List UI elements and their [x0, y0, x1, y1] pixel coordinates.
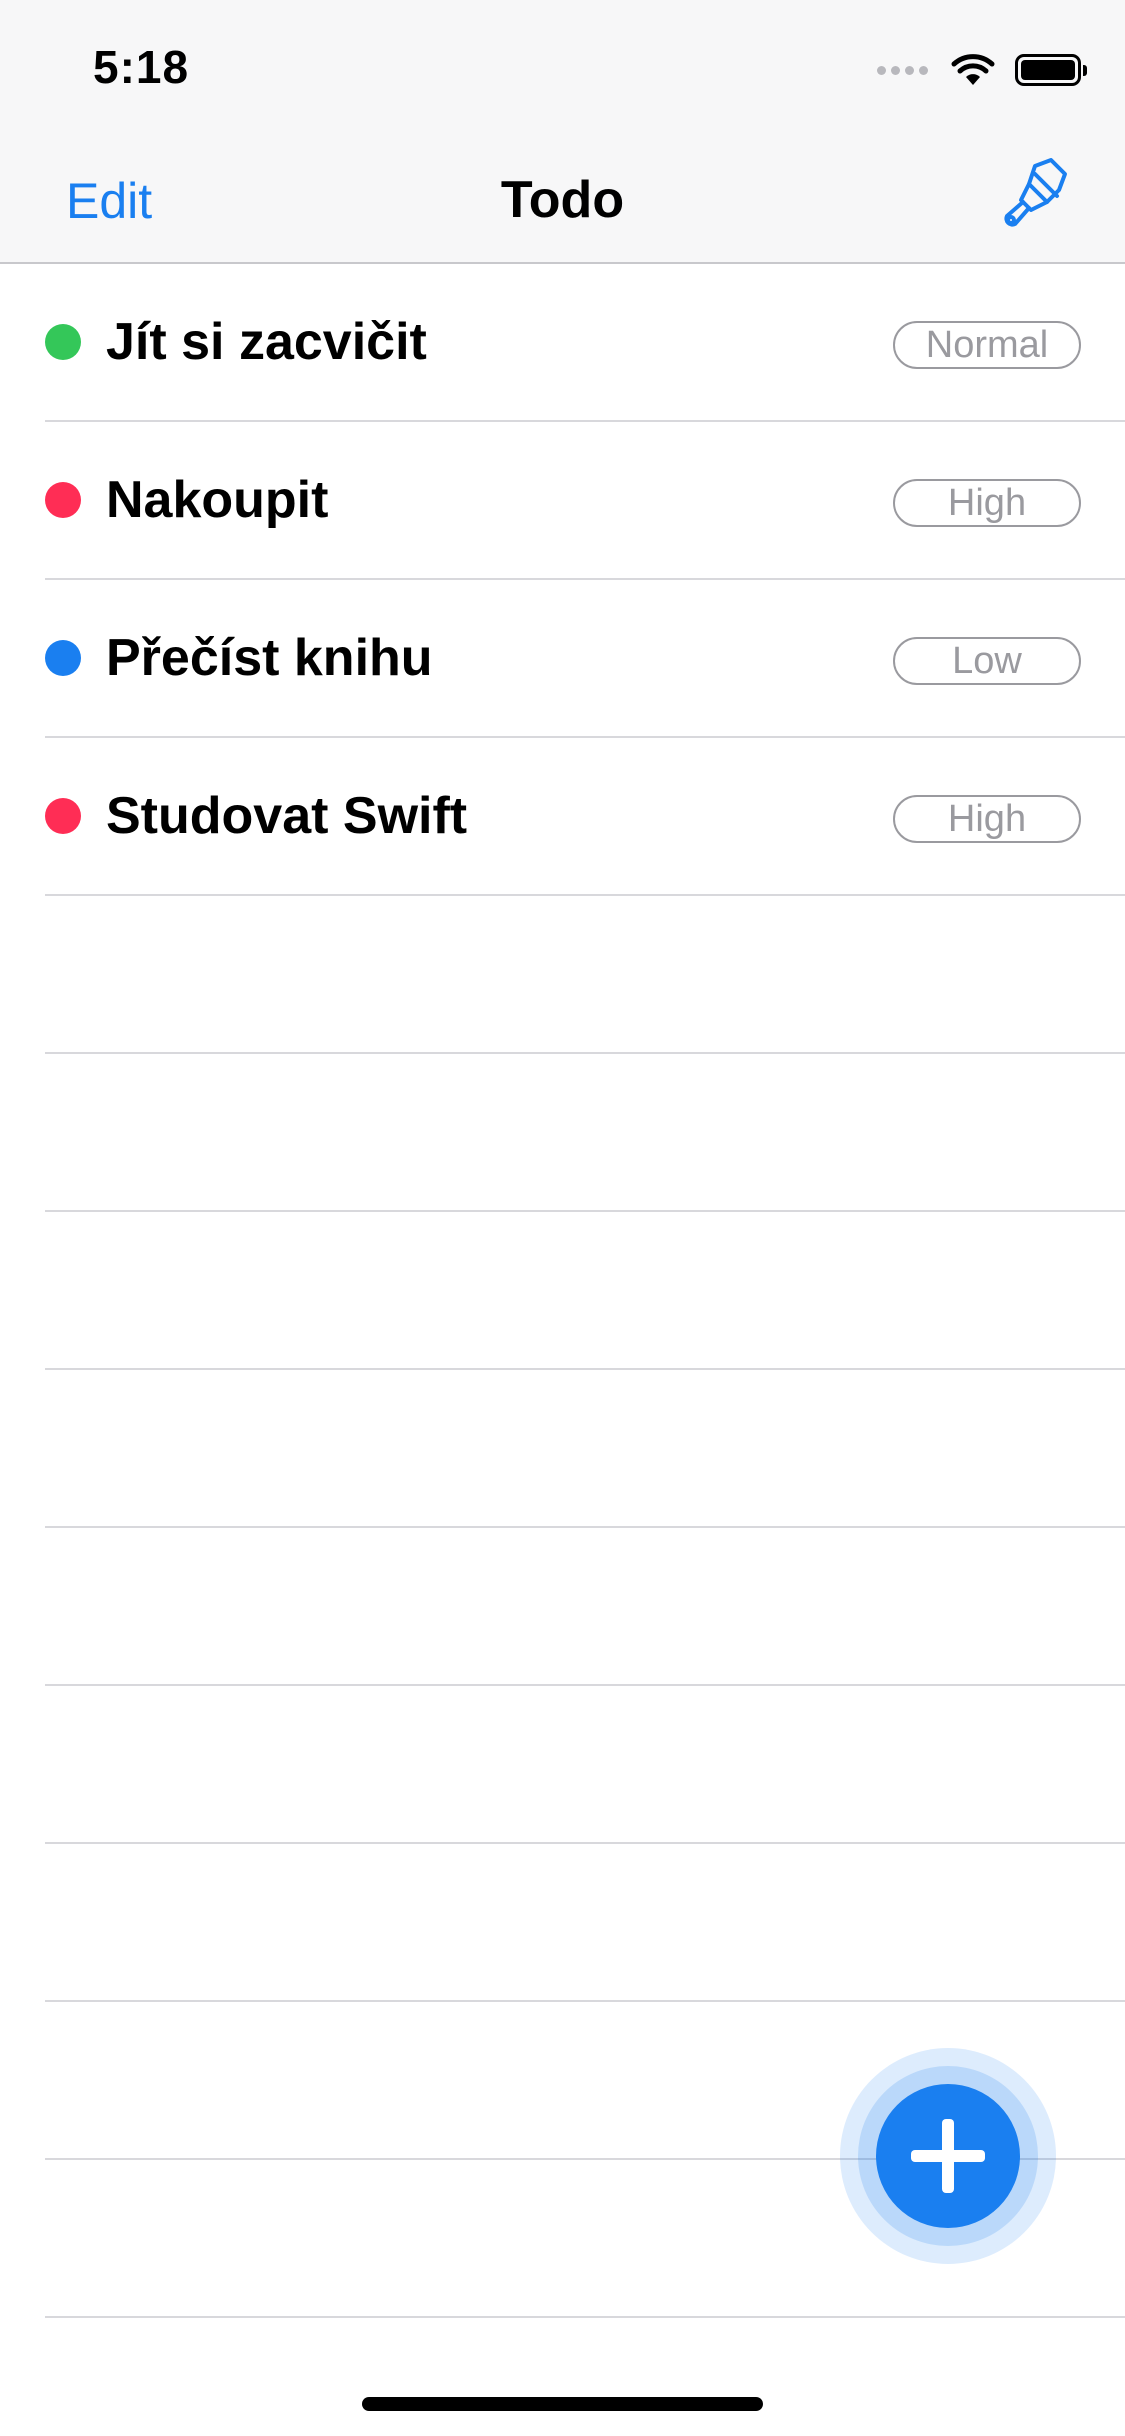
top-bar: 5:18 Edit Todo — [0, 0, 1125, 264]
empty-row — [45, 896, 1125, 1054]
todo-title: Přečíst knihu — [106, 629, 433, 687]
edit-button[interactable]: Edit — [66, 172, 152, 230]
battery-icon — [1015, 54, 1087, 86]
empty-row — [45, 1212, 1125, 1370]
empty-row — [45, 1370, 1125, 1528]
priority-badge: High — [893, 479, 1081, 527]
empty-row — [45, 1844, 1125, 2002]
empty-row — [45, 1528, 1125, 1686]
priority-badge: High — [893, 795, 1081, 843]
todo-row[interactable]: Přečíst knihu Low — [45, 580, 1125, 738]
cellular-signal-icon — [877, 65, 933, 75]
priority-dot — [45, 640, 81, 676]
todo-title: Jít si zacvičit — [106, 313, 427, 371]
add-todo-button[interactable] — [876, 2084, 1020, 2228]
priority-dot — [45, 482, 81, 518]
paintbrush-icon[interactable] — [995, 156, 1075, 236]
wifi-icon — [951, 54, 995, 85]
nav-title: Todo — [500, 171, 625, 229]
status-indicators — [877, 50, 1087, 90]
todo-title: Studovat Swift — [106, 787, 468, 845]
priority-dot — [45, 798, 81, 834]
empty-row — [45, 1054, 1125, 1212]
priority-dot — [45, 324, 81, 360]
todo-list: Jít si zacvičit Normal Nakoupit High Pře… — [0, 264, 1125, 2318]
empty-row — [45, 1686, 1125, 1844]
priority-badge: Normal — [893, 321, 1081, 369]
todo-row[interactable]: Nakoupit High — [45, 422, 1125, 580]
todo-row[interactable]: Studovat Swift High — [45, 738, 1125, 896]
todo-screen: 5:18 Edit Todo Jít si zacvičit Normal Na… — [0, 0, 1125, 2436]
todo-title: Nakoupit — [106, 471, 329, 529]
status-time: 5:18 — [93, 41, 190, 93]
todo-row[interactable]: Jít si zacvičit Normal — [45, 264, 1125, 422]
priority-badge: Low — [893, 637, 1081, 685]
home-indicator[interactable] — [362, 2397, 763, 2411]
